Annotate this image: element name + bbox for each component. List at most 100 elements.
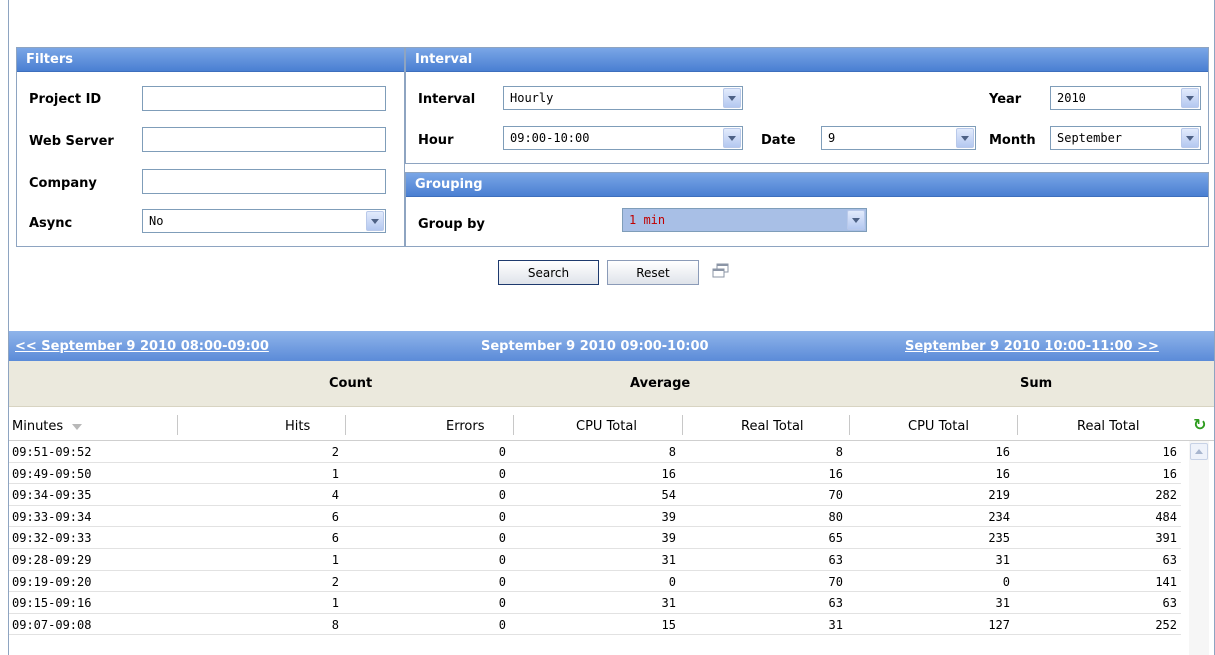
- table-cell: 1: [331, 466, 339, 481]
- table-cell: 0: [498, 445, 506, 459]
- table-cell: 31: [828, 617, 843, 632]
- table-cell: 39: [661, 531, 676, 546]
- table-cell: 219: [988, 488, 1010, 503]
- month-label: Month: [989, 133, 1036, 148]
- column-separator[interactable]: [1017, 415, 1018, 435]
- table-row[interactable]: 09:19-09:20 2 0 0 70 0 141: [9, 571, 1181, 593]
- column-separator[interactable]: [345, 415, 346, 435]
- table-cell: 09:19-09:20: [12, 574, 92, 589]
- table-row[interactable]: 09:49-09:50 1 0 16 16 16 16: [9, 463, 1181, 485]
- year-label: Year: [989, 92, 1022, 107]
- column-header-hits[interactable]: Hits: [285, 419, 310, 434]
- table-cell: 0: [498, 488, 506, 503]
- table-cell: 63: [828, 552, 843, 567]
- reset-button[interactable]: Reset: [607, 260, 699, 285]
- table-cell: 8: [835, 445, 843, 459]
- table-cell: 31: [995, 552, 1010, 567]
- project-id-input[interactable]: [142, 86, 386, 111]
- interval-title: Interval: [406, 48, 1208, 72]
- table-cell: 141: [1155, 574, 1177, 589]
- column-header-errors[interactable]: Errors: [446, 419, 484, 434]
- refresh-icon[interactable]: ↻: [1193, 415, 1206, 434]
- sort-desc-icon: [72, 423, 83, 430]
- table-cell: 15: [661, 617, 676, 632]
- table-cell: 63: [1162, 596, 1177, 611]
- interval-label: Interval: [418, 92, 476, 107]
- table-row[interactable]: 09:33-09:34 6 0 39 80 234 484: [9, 506, 1181, 528]
- web-server-input[interactable]: [142, 127, 386, 152]
- interval-select[interactable]: Hourly: [503, 86, 743, 110]
- hour-value: 09:00-10:00: [510, 131, 590, 145]
- next-period-link[interactable]: September 9 2010 10:00-11:00 >>: [905, 339, 1159, 354]
- table-cell: 6: [331, 509, 339, 524]
- chevron-down-icon[interactable]: [1181, 88, 1199, 108]
- table-cell: 0: [498, 466, 506, 481]
- vertical-scrollbar[interactable]: [1189, 441, 1209, 655]
- table-cell: 484: [1155, 509, 1177, 524]
- table-row[interactable]: 09:34-09:35 4 0 54 70 219 282: [9, 484, 1181, 506]
- project-id-label: Project ID: [29, 92, 102, 107]
- table-cell: 1: [331, 596, 339, 611]
- table-cell: 1: [331, 552, 339, 567]
- company-label: Company: [29, 176, 97, 191]
- column-header-sum-cpu-total[interactable]: CPU Total: [908, 419, 969, 434]
- chevron-down-icon[interactable]: [723, 88, 741, 108]
- column-separator[interactable]: [849, 415, 850, 435]
- prev-period-link[interactable]: << September 9 2010 08:00-09:00: [15, 339, 269, 354]
- async-value: No: [149, 214, 164, 228]
- date-label: Date: [761, 133, 796, 148]
- table-cell: 127: [988, 617, 1010, 632]
- date-select[interactable]: 9: [821, 126, 976, 150]
- table-cell: 09:34-09:35: [12, 488, 92, 503]
- interval-value: Hourly: [510, 91, 554, 105]
- table-cell: 70: [828, 488, 843, 503]
- column-header-sum-real-total[interactable]: Real Total: [1077, 419, 1140, 434]
- column-header-avg-real-total[interactable]: Real Total: [741, 419, 804, 434]
- table-cell: 16: [995, 445, 1010, 459]
- table-cell: 16: [828, 466, 843, 481]
- table-row[interactable]: 09:28-09:29 1 0 31 63 31 63: [9, 549, 1181, 571]
- table-cell: 282: [1155, 488, 1177, 503]
- table-cell: 235: [988, 531, 1010, 546]
- chevron-down-icon[interactable]: [723, 128, 741, 148]
- popout-window-icon[interactable]: [712, 263, 730, 279]
- column-group-header: Count Average Sum: [9, 361, 1214, 407]
- async-label: Async: [29, 216, 73, 231]
- table-row[interactable]: 09:15-09:16 1 0 31 63 31 63: [9, 592, 1181, 614]
- company-input[interactable]: [142, 169, 386, 194]
- table-cell: 0: [498, 552, 506, 567]
- table-cell: 16: [1162, 466, 1177, 481]
- table-cell: 31: [661, 552, 676, 567]
- table-cell: 09:28-09:29: [12, 552, 92, 567]
- hour-select[interactable]: 09:00-10:00: [503, 126, 743, 150]
- table-cell: 2: [331, 574, 339, 589]
- chevron-down-icon[interactable]: [956, 128, 974, 148]
- column-separator[interactable]: [513, 415, 514, 435]
- interval-panel: Interval Interval Hourly Year 2010 Hour …: [405, 47, 1209, 164]
- chevron-down-icon[interactable]: [847, 210, 865, 230]
- chevron-down-icon[interactable]: [1181, 128, 1199, 148]
- count-group-header: Count: [329, 376, 373, 391]
- async-select[interactable]: No: [142, 209, 386, 233]
- column-header-minutes[interactable]: Minutes: [12, 419, 83, 434]
- table-cell: 8: [668, 445, 676, 459]
- report-window: Filters Project ID Web Server Company As…: [8, 0, 1215, 655]
- table-cell: 8: [331, 617, 339, 632]
- table-row[interactable]: 09:32-09:33 6 0 39 65 235 391: [9, 527, 1181, 549]
- search-button[interactable]: Search: [498, 260, 599, 285]
- column-header-avg-cpu-total[interactable]: CPU Total: [576, 419, 637, 434]
- grouping-title: Grouping: [406, 173, 1208, 197]
- table-cell: 252: [1155, 617, 1177, 632]
- scroll-up-icon[interactable]: [1190, 443, 1208, 460]
- year-select[interactable]: 2010: [1050, 86, 1201, 110]
- chevron-down-icon[interactable]: [366, 211, 384, 231]
- table-row[interactable]: 09:07-09:08 8 0 15 31 127 252: [9, 614, 1181, 636]
- month-select[interactable]: September: [1050, 126, 1201, 150]
- table-row[interactable]: 09:51-09:52 2 0 8 8 16 16: [9, 441, 1181, 463]
- column-separator[interactable]: [682, 415, 683, 435]
- table-cell: 09:07-09:08: [12, 617, 92, 632]
- column-separator[interactable]: [177, 415, 178, 435]
- group-by-select[interactable]: 1 min: [622, 208, 867, 232]
- data-table-body: 09:51-09:52 2 0 8 8 16 16 09:49-09:50 1 0 16 16 16 16…: [9, 441, 1181, 636]
- table-cell: 54: [661, 488, 676, 503]
